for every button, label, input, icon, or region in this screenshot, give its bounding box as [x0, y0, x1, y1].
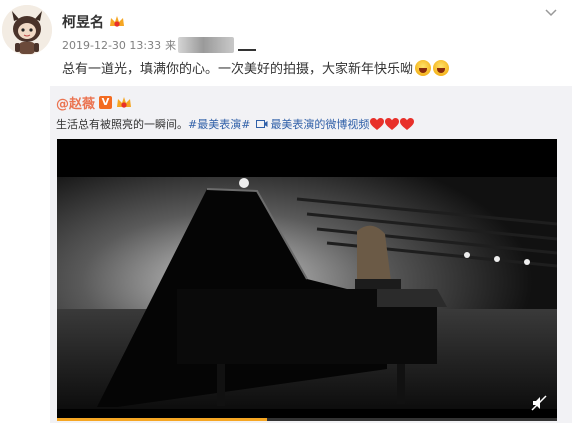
- heart-icon: [400, 117, 415, 130]
- post-author: 柯昱名: [62, 12, 125, 32]
- source-prefix: 来: [165, 39, 177, 52]
- heart-icon: [370, 117, 385, 130]
- member-crown-icon[interactable]: [109, 15, 125, 29]
- repost-author-name[interactable]: @赵薇: [56, 93, 95, 112]
- member-crown-icon[interactable]: [116, 96, 132, 110]
- post-meta: 2019-12-30 13:33 来: [62, 37, 257, 53]
- video-progress-bar[interactable]: [57, 418, 557, 421]
- blurred-source: [178, 37, 235, 53]
- mute-icon[interactable]: [531, 395, 547, 411]
- video-player[interactable]: [57, 139, 557, 421]
- video-link[interactable]: 最美表演的微博视频: [270, 116, 369, 132]
- topic-tag-link[interactable]: #最美表演#: [188, 116, 250, 132]
- verified-badge: V: [99, 96, 113, 109]
- redaction-mark: [238, 49, 257, 51]
- repost-text: 生活总有被照亮的一瞬间。 #最美表演# 最美表演的微博视频: [56, 116, 415, 132]
- avatar[interactable]: [2, 5, 52, 55]
- laughing-emoji-icon: [433, 59, 450, 76]
- laughing-emoji-icon: [415, 59, 432, 76]
- repost-author: @赵薇 V: [56, 93, 132, 112]
- video-frame: [57, 139, 557, 421]
- heart-icon: [385, 117, 400, 130]
- post-body: 总有一道光，填满你的心。一次美好的拍摄，大家新年快乐呦: [62, 62, 414, 77]
- video-camera-icon: [256, 120, 268, 128]
- cartoon-avatar-icon: [2, 5, 52, 55]
- repost-card: @赵薇 V 生活总有被照亮的一瞬间。 #最美表演# 最美表演的微博视频: [50, 86, 572, 423]
- repost-body: 生活总有被照亮的一瞬间。: [56, 118, 188, 131]
- chevron-down-icon[interactable]: [544, 6, 558, 20]
- post-text: 总有一道光，填满你的心。一次美好的拍摄，大家新年快乐呦: [62, 58, 450, 77]
- post-time[interactable]: 2019-12-30 13:33: [62, 39, 161, 52]
- author-name[interactable]: 柯昱名: [62, 12, 104, 32]
- video-progress-fill: [57, 418, 267, 421]
